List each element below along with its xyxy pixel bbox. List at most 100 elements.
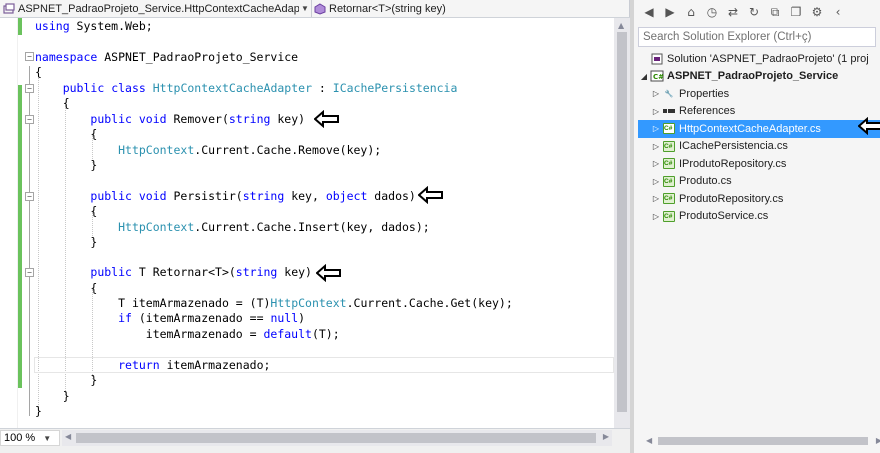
collapse-namespace-button[interactable]: − [25,52,34,61]
wrench-icon: 🔧 [664,90,674,98]
vertical-scrollbar[interactable]: ▲ [614,18,630,428]
left-arrow-annotation-icon [314,110,339,128]
solution-tree: Solution 'ASPNET_PadraoProjeto' (1 proj … [638,50,880,225]
scroll-right-icon[interactable]: ▶ [876,436,880,445]
code-line: HttpContext.Current.Cache.Insert(key, da… [118,220,430,234]
change-bar [18,85,22,388]
pending-changes-icon[interactable]: ◷ [705,5,719,19]
cs-file-icon: C# [662,123,676,135]
tree-item-produtorepository[interactable]: ▷ C# ProdutoRepository.cs [638,190,880,208]
scroll-left-icon[interactable]: ◀ [646,436,652,445]
back-icon[interactable]: ‹ [831,5,845,19]
tree-item-label: References [679,105,736,118]
code-line: { [35,65,42,79]
refresh-icon[interactable]: ↻ [747,5,761,19]
collapsed-arrow-icon[interactable]: ▷ [650,212,662,221]
code-line: using System.Web; [35,19,153,33]
tree-item-project[interactable]: ◢ C# ASPNET_PadraoProjeto_Service [638,68,880,86]
tree-item-iprodutorepository[interactable]: ▷ C# IProdutoRepository.cs [638,155,880,173]
chevron-down-icon[interactable]: ▼ [43,434,51,443]
forward-icon[interactable]: ▶ [663,5,677,19]
indicator-margin [0,18,18,428]
tree-item-label: ICachePersistencia.cs [679,140,788,153]
collapsed-arrow-icon[interactable]: ▷ [650,159,662,168]
collapse-persistir-button[interactable]: − [25,192,34,201]
code-line: itemArmazenado = default(T); [145,327,340,341]
references-icon [662,105,676,117]
svg-text:C#: C# [653,73,664,81]
scroll-thumb[interactable] [617,32,627,412]
type-navigation-dropdown[interactable]: ASPNET_PadraoProjeto_Service.HttpContext… [0,0,312,17]
code-line: public void Persistir(string key, object… [90,189,416,203]
collapsed-arrow-icon[interactable]: ▷ [650,177,662,186]
method-icon [314,2,326,15]
chevron-down-icon[interactable]: ▼ [299,4,311,13]
code-line: { [90,127,98,141]
code-line: namespace ASPNET_PadraoProjeto_Service [35,50,299,64]
tree-item-label: Produto.cs [679,175,732,188]
collapsed-arrow-icon[interactable]: ▷ [650,89,662,98]
tree-item-label: IProdutoRepository.cs [679,157,787,170]
back-icon[interactable]: ◀ [642,5,656,19]
zoom-dropdown[interactable]: 100 % ▼ [0,430,60,446]
type-navigation-text: ASPNET_PadraoProjeto_Service.HttpContext… [18,2,299,15]
scroll-thumb[interactable] [658,437,868,445]
editor-status-bar: 100 % ▼ ◀ ▶ [0,428,630,453]
collapsed-arrow-icon[interactable]: ▷ [650,142,662,151]
tree-item-label: ProdutoRepository.cs [679,192,784,205]
navigation-bar: ASPNET_PadraoProjeto_Service.HttpContext… [0,0,630,18]
code-line: return itemArmazenado; [118,358,271,372]
solution-explorer-toolbar: ◀ ▶ ⌂ ◷ ⇄ ↻ ⧉ ❐ ⚙ ‹ [634,0,880,24]
member-navigation-dropdown[interactable]: Retornar<T>(string key) [312,0,630,17]
solution-explorer-search[interactable]: Search Solution Explorer (Ctrl+ç) [638,27,876,47]
scroll-left-icon[interactable]: ◀ [65,432,71,441]
code-line: { [62,96,70,110]
solution-explorer: ◀ ▶ ⌂ ◷ ⇄ ↻ ⧉ ❐ ⚙ ‹ Search Solution Expl… [630,0,880,453]
code-line: if (itemArmazenado == null) [118,311,306,325]
copy-icon[interactable]: ❐ [789,5,803,19]
cs-file-icon: C# [662,158,676,170]
tree-item-references[interactable]: ▷ References [638,103,880,121]
horizontal-scrollbar[interactable]: ◀ ▶ [646,434,880,448]
tree-item-label: HttpContextCacheAdapter.cs [679,122,821,135]
collapse-retornar-button[interactable]: − [25,268,34,277]
tree-item-solution[interactable]: Solution 'ASPNET_PadraoProjeto' (1 proj [638,50,880,68]
zoom-level: 100 % [4,432,36,444]
code-editor[interactable]: ASPNET_PadraoProjeto_Service.HttpContext… [0,0,630,453]
tree-item-label: ProdutoService.cs [679,210,769,223]
expanded-arrow-icon[interactable]: ◢ [638,72,650,81]
code-line: { [90,204,98,218]
tree-item-produtoservice[interactable]: ▷ C# ProdutoService.cs [638,208,880,226]
code-line: } [62,389,70,403]
cs-file-icon: C# [662,210,676,222]
left-arrow-annotation-icon [316,264,341,282]
scroll-right-icon[interactable]: ▶ [603,432,609,441]
collapse-class-button[interactable]: − [25,84,34,93]
tree-item-properties[interactable]: ▷ 🔧 Properties [638,85,880,103]
change-bar [18,18,22,35]
code-line: public class HttpContextCacheAdapter : I… [62,81,458,95]
collapse-remover-button[interactable]: − [25,115,34,124]
horizontal-scrollbar[interactable]: ◀ ▶ [62,430,612,446]
code-line: public T Retornar<T>(string key) [90,265,312,279]
scroll-thumb[interactable] [76,433,596,443]
tree-item-httpcontextcacheadapter[interactable]: ▷ C# HttpContextCacheAdapter.cs [638,120,880,138]
collapsed-arrow-icon[interactable]: ▷ [650,107,662,116]
sync-icon[interactable]: ⇄ [726,5,740,19]
cs-file-icon: C# [662,175,676,187]
code-line: } [35,404,42,418]
code-line: { [90,281,98,295]
member-navigation-text: Retornar<T>(string key) [329,2,446,15]
collapsed-arrow-icon[interactable]: ▷ [650,124,662,133]
collapse-all-icon[interactable]: ⧉ [768,5,782,19]
tree-item-icachepersistencia[interactable]: ▷ C# ICachePersistencia.cs [638,138,880,156]
tree-item-produto[interactable]: ▷ C# Produto.cs [638,173,880,191]
solution-icon [650,53,664,65]
cs-file-icon: C# [662,140,676,152]
properties-icon[interactable]: ⚙ [810,5,824,19]
scroll-up-icon[interactable]: ▲ [618,21,624,30]
left-arrow-annotation-icon [418,186,443,204]
code-line: } [90,235,98,249]
collapsed-arrow-icon[interactable]: ▷ [650,194,662,203]
home-icon[interactable]: ⌂ [684,5,698,19]
